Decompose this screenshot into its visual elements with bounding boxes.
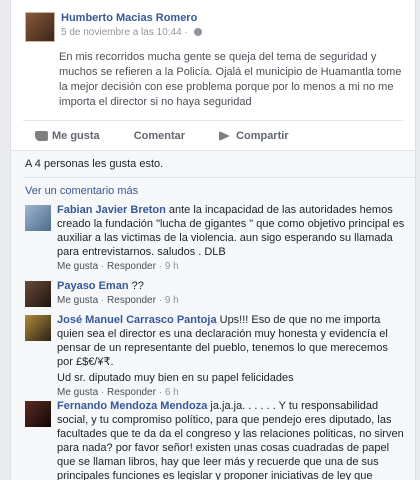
view-more-comments-link[interactable]: Ver un comentario más <box>25 185 138 197</box>
commenter-avatar[interactable] <box>25 401 51 427</box>
comment-reply-link[interactable]: Responder <box>107 261 156 272</box>
share-button[interactable]: Compartir <box>219 130 289 142</box>
author-avatar[interactable] <box>25 12 55 42</box>
post-text: En mis recorridos mucha gente se queja d… <box>59 50 403 110</box>
comments-section: A 4 personas les gusta esto. Ver un come… <box>11 150 415 480</box>
comment-actions: Me gusta · Responder · 6 h <box>57 387 179 398</box>
comment-label: Comentar <box>133 130 186 142</box>
globe-icon <box>193 28 202 36</box>
comment-icon <box>37 131 48 141</box>
comment-body: Fabian Javier Breton ante la incapacidad… <box>57 203 405 274</box>
comment-body: José Manuel Carrasco Pantoja Ups!!! Eso … <box>57 313 405 400</box>
action-bar: Me gusta Comentar Compartir <box>23 120 403 151</box>
comment-like-link[interactable]: Me gusta <box>57 387 98 398</box>
comment-body: Payaso Eman ?? Me gusta · Responder · 9 … <box>57 279 405 308</box>
post-card: Humberto Macias Romero 5 de noviembre a … <box>10 0 416 480</box>
comment-time[interactable]: 6 h <box>165 387 179 398</box>
comment-text: ?? <box>128 280 144 292</box>
post-body: En mis recorridos mucha gente se queja d… <box>59 51 402 108</box>
comment-time[interactable]: 9 h <box>165 295 179 306</box>
comment-reply-link[interactable]: Responder <box>107 387 156 398</box>
divider <box>23 177 415 178</box>
comment-actions: Me gusta · Responder · 9 h <box>57 261 179 272</box>
comment-button[interactable]: Comentar <box>37 130 186 142</box>
commenter-name[interactable]: Payaso Eman <box>57 280 129 292</box>
like-label: Me gusta <box>52 130 100 142</box>
commenter-avatar[interactable] <box>25 205 51 231</box>
comment-actions: Me gusta · Responder · 9 h <box>57 295 179 306</box>
author-name[interactable]: Humberto Macias Romero <box>61 12 197 24</box>
likes-summary[interactable]: A 4 personas les gusta esto. <box>23 158 415 178</box>
post-timestamp[interactable]: 5 de noviembre a las 10:44 · <box>61 27 188 38</box>
likes-summary-text: A 4 personas les gusta esto. <box>25 158 164 170</box>
comment-extra-text: Ud sr. diputado muy bien en su papel fel… <box>57 372 294 384</box>
commenter-name[interactable]: José Manuel Carrasco Pantoja <box>57 314 217 326</box>
comment-reply-link[interactable]: Responder <box>107 295 156 306</box>
comment-body: Fernando Mendoza Mendoza ja.ja.ja. . . .… <box>57 399 405 480</box>
share-arrow-icon <box>219 131 231 141</box>
comment-text: ja.ja.ja. . . . . . Y tu responsabilidad… <box>57 400 404 480</box>
comment-like-link[interactable]: Me gusta <box>57 295 98 306</box>
post-header: Humberto Macias Romero 5 de noviembre a … <box>25 10 405 42</box>
commenter-name[interactable]: Fabian Javier Breton <box>57 204 166 216</box>
comment-time[interactable]: 9 h <box>165 261 179 272</box>
post-meta: 5 de noviembre a las 10:44 · <box>61 27 202 38</box>
share-label: Compartir <box>236 130 289 142</box>
commenter-avatar[interactable] <box>25 281 51 307</box>
commenter-name[interactable]: Fernando Mendoza Mendoza <box>57 400 207 412</box>
commenter-avatar[interactable] <box>25 315 51 341</box>
comment-like-link[interactable]: Me gusta <box>57 261 98 272</box>
